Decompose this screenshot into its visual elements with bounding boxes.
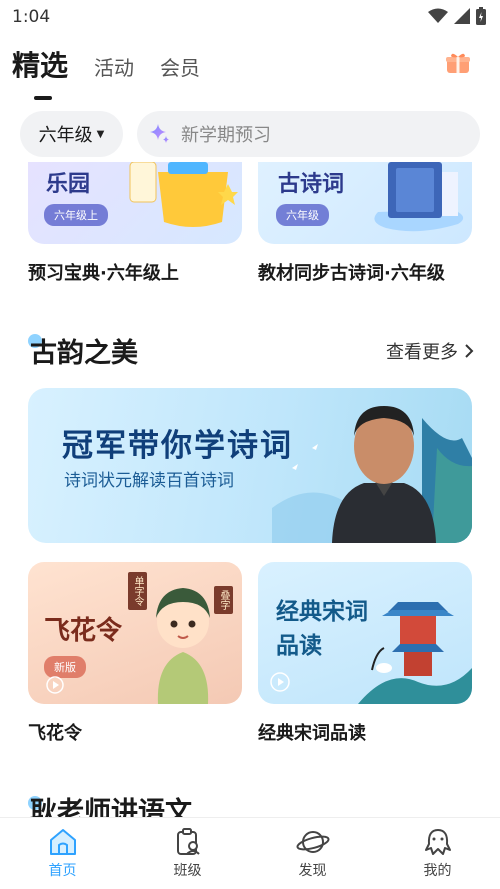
card-art-title: 古诗词 xyxy=(278,172,345,197)
banner-title: 冠军带你学诗词 xyxy=(62,428,293,464)
course-caption[interactable]: 飞花令 xyxy=(28,719,82,745)
banner-subtitle: 诗词状元解读百首诗词 xyxy=(64,471,234,491)
octopus-icon xyxy=(424,828,451,855)
search-bar[interactable]: 新学期预习 xyxy=(137,111,480,157)
course-caption[interactable]: 预习宝典·六年级上 xyxy=(28,259,179,285)
card-tag: 新版 xyxy=(44,656,86,678)
top-tabs: 精选 活动 会员 xyxy=(12,44,200,100)
bottom-nav: 首页 班级 发现 我的 xyxy=(0,817,500,889)
grade-selector[interactable]: 六年级 ▼ xyxy=(20,111,123,157)
nav-discover[interactable]: 发现 xyxy=(250,818,375,889)
status-bar: 1:04 xyxy=(0,0,500,34)
section-title-ancient: 古韵之美 xyxy=(30,338,138,369)
signal-icon xyxy=(454,8,470,24)
gift-icon[interactable] xyxy=(446,52,470,74)
home-icon xyxy=(49,828,76,855)
course-caption[interactable]: 教材同步古诗词·六年级 xyxy=(258,259,445,285)
play-icon xyxy=(46,676,64,694)
nav-label: 首页 xyxy=(48,862,77,879)
course-card-poetry[interactable]: 古诗词 六年级 xyxy=(258,162,472,244)
play-icon xyxy=(270,672,290,692)
planet-icon xyxy=(295,830,330,853)
nav-home[interactable]: 首页 xyxy=(0,818,125,889)
see-more-link[interactable]: 查看更多 xyxy=(386,338,474,364)
grade-label: 六年级 xyxy=(38,125,93,146)
card-art-title: 乐园 xyxy=(46,172,91,197)
course-card-preview[interactable]: 乐园 六年级上 xyxy=(28,162,242,244)
battery-icon xyxy=(476,7,486,25)
nav-label: 我的 xyxy=(423,862,452,879)
card-art-title: 飞花令 xyxy=(44,616,123,646)
nav-mine[interactable]: 我的 xyxy=(375,818,500,889)
card-tag: 六年级上 xyxy=(44,204,108,226)
filter-row: 六年级 ▼ 新学期预习 xyxy=(20,111,480,157)
wifi-icon xyxy=(428,8,448,23)
course-card-songci[interactable]: 经典宋词 品读 xyxy=(258,562,472,704)
teacher-portrait xyxy=(272,406,472,543)
course-card-feihualing[interactable]: 飞花令 新版 单字令 叠字 xyxy=(28,562,242,704)
tab-activity[interactable]: 活动 xyxy=(94,52,134,81)
nav-class[interactable]: 班级 xyxy=(125,818,250,889)
course-caption[interactable]: 经典宋词品读 xyxy=(258,719,366,745)
class-icon xyxy=(176,827,200,855)
books-illustration xyxy=(374,162,464,232)
basket-illustration xyxy=(129,162,238,227)
caret-down-icon: ▼ xyxy=(96,128,105,140)
nav-label: 班级 xyxy=(173,862,202,879)
card-art-title-line1: 经典宋词 xyxy=(276,599,368,625)
tab-member[interactable]: 会员 xyxy=(160,52,200,81)
child-scholar-illustration xyxy=(156,588,210,704)
status-time: 1:04 xyxy=(12,7,51,27)
search-placeholder: 新学期预习 xyxy=(181,125,271,146)
card-art-title-line2: 品读 xyxy=(276,633,322,659)
poetry-champion-banner[interactable]: 冠军带你学诗词 诗词状元解读百首诗词 xyxy=(28,388,472,543)
tab-selected[interactable]: 精选 xyxy=(12,44,68,100)
nav-label: 发现 xyxy=(298,862,327,879)
card-tag: 六年级 xyxy=(276,204,329,226)
sparkle-icon xyxy=(150,124,169,143)
chevron-right-icon xyxy=(465,344,474,358)
status-icons xyxy=(428,7,486,25)
pavilion-illustration xyxy=(358,602,472,704)
see-more-label: 查看更多 xyxy=(386,342,458,363)
